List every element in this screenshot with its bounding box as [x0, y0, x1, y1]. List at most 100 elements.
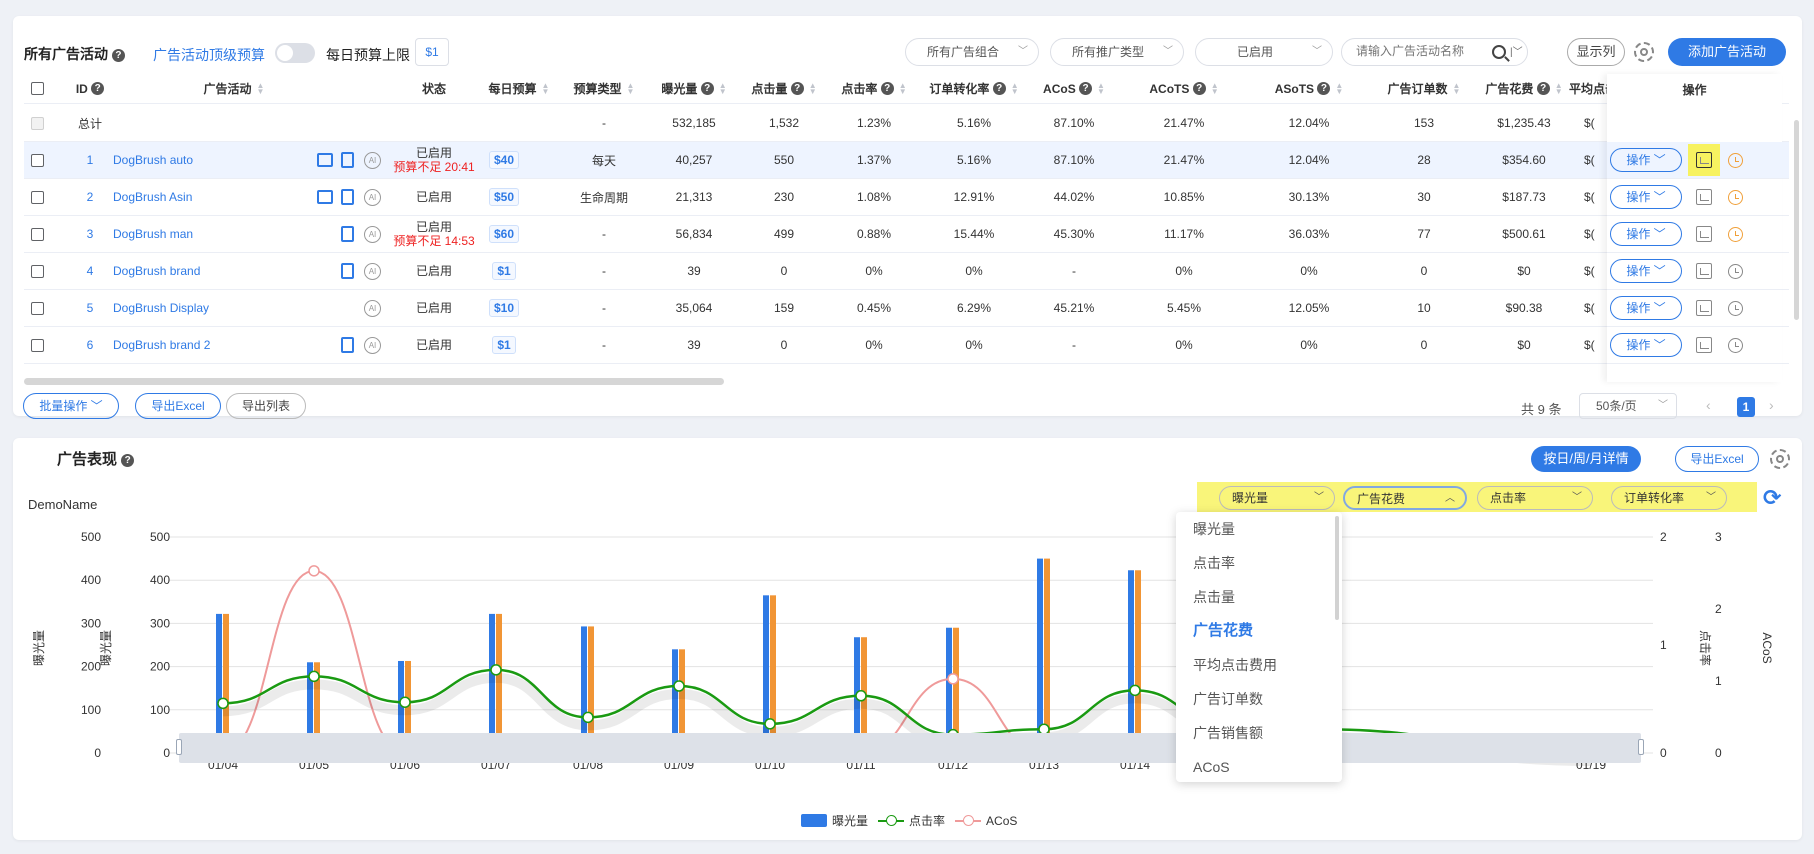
dropdown-option[interactable]: 广告订单数	[1176, 682, 1342, 716]
clock-icon[interactable]	[1728, 226, 1743, 242]
header-impressions[interactable]: 曝光量 ? ▲ ▼	[649, 74, 739, 103]
row-id[interactable]: 1	[70, 142, 110, 178]
add-campaign-button[interactable]: 添加广告活动	[1668, 38, 1786, 66]
campaign-link[interactable]: DogBrush auto	[113, 142, 263, 178]
campaign-link[interactable]: DogBrush man	[113, 216, 263, 252]
clock-icon[interactable]	[1728, 189, 1743, 205]
help-icon[interactable]: ?	[790, 82, 804, 95]
help-icon[interactable]: ?	[1192, 82, 1206, 95]
document-icon[interactable]	[341, 226, 354, 242]
document-icon[interactable]	[341, 152, 354, 168]
ops-button[interactable]: 操作 ﹀	[1610, 259, 1682, 283]
row-id[interactable]: 5	[70, 290, 110, 326]
page-1-button[interactable]: 1	[1737, 397, 1755, 417]
help-icon[interactable]: ?	[1317, 82, 1331, 95]
campaign-link[interactable]: DogBrush brand 2	[113, 327, 263, 363]
ops-button[interactable]: 操作 ﹀	[1610, 185, 1682, 209]
chart-icon[interactable]	[1696, 152, 1712, 168]
sort-icon[interactable]: ▲ ▼	[627, 81, 635, 95]
dropdown-option[interactable]: 点击量	[1176, 580, 1342, 614]
chart-icon[interactable]	[1696, 300, 1712, 316]
header-asots[interactable]: ASoTS ? ▲ ▼	[1244, 74, 1374, 103]
header-clicks[interactable]: 点击量 ? ▲ ▼	[739, 74, 829, 103]
dropdown-option[interactable]: 广告花费	[1176, 614, 1342, 648]
row-id[interactable]: 3	[70, 216, 110, 252]
dropdown-scrollbar[interactable]	[1335, 516, 1339, 620]
ai-icon[interactable]: AI	[364, 225, 381, 243]
daily-budget-tag[interactable]: $60	[488, 225, 520, 243]
ai-icon[interactable]: AI	[364, 151, 381, 169]
ai-icon[interactable]: AI	[364, 188, 381, 206]
daily-budget-tag[interactable]: $40	[488, 151, 520, 169]
help-icon[interactable]: ?	[91, 82, 105, 95]
export-list-button[interactable]: 导出列表	[226, 393, 306, 419]
filter-type-select[interactable]: 所有推广类型 ﹀	[1050, 38, 1184, 66]
sort-icon[interactable]: ▲ ▼	[1335, 81, 1343, 95]
row-checkbox[interactable]	[30, 338, 44, 352]
show-columns-button[interactable]: 显示列	[1567, 38, 1625, 66]
header-budget-type[interactable]: 预算类型 ▲ ▼	[564, 74, 644, 103]
page-size-select[interactable]: 50条/页 ﹀	[1579, 393, 1677, 419]
dropdown-option[interactable]: 平均点击费用	[1176, 648, 1342, 682]
row-id[interactable]: 6	[70, 327, 110, 363]
export-excel-button[interactable]: 导出Excel	[135, 393, 221, 419]
clock-icon[interactable]	[1728, 263, 1743, 279]
gear-icon[interactable]	[1634, 42, 1654, 62]
table-row[interactable]: 5 DogBrush Display AI 已启用 $10 - 35,064 159 0.45%…	[24, 290, 1789, 327]
help-icon[interactable]: ?	[111, 48, 125, 62]
chart-icon[interactable]	[1696, 263, 1712, 279]
filter-portfolio-select[interactable]: 所有广告组合 ﹀	[905, 38, 1039, 66]
dropdown-option[interactable]: ACoS	[1176, 750, 1342, 782]
ops-button[interactable]: 操作 ﹀	[1610, 333, 1682, 357]
campaign-link[interactable]: DogBrush Asin	[113, 179, 263, 215]
ai-icon[interactable]: AI	[364, 336, 381, 354]
ops-button[interactable]: 操作 ﹀	[1610, 148, 1682, 172]
select-all-checkbox[interactable]	[30, 82, 44, 95]
slider-right-handle[interactable]	[1638, 739, 1644, 755]
header-ctr[interactable]: 点击率 ? ▲ ▼	[829, 74, 919, 103]
header-campaign[interactable]: 广告活动 ▲ ▼	[184, 74, 284, 103]
row-checkbox[interactable]	[30, 301, 44, 315]
row-checkbox[interactable]	[30, 190, 44, 204]
sort-icon[interactable]: ▲ ▼	[809, 81, 817, 95]
dropdown-option[interactable]: 曝光量	[1176, 512, 1342, 546]
slider-left-handle[interactable]	[176, 739, 182, 755]
header-spend[interactable]: 广告花费 ? ▲ ▼	[1469, 74, 1579, 103]
help-icon[interactable]: ?	[1079, 82, 1093, 95]
filter-status-select[interactable]: 已启用 ﹀	[1195, 38, 1333, 66]
ai-icon[interactable]: AI	[364, 299, 381, 317]
comment-icon[interactable]	[317, 153, 333, 167]
daily-budget-tag[interactable]: $50	[488, 188, 520, 206]
search-box[interactable]: |﹀	[1341, 38, 1528, 66]
campaign-link[interactable]: DogBrush brand	[113, 253, 263, 289]
table-vertical-scrollbar[interactable]	[1794, 120, 1799, 320]
row-id[interactable]: 2	[70, 179, 110, 215]
row-checkbox[interactable]	[30, 227, 44, 241]
next-page-icon[interactable]: ›	[1769, 397, 1774, 413]
header-orders[interactable]: 广告订单数 ▲ ▼	[1364, 74, 1484, 103]
top-budget-switch[interactable]	[275, 43, 315, 63]
table-row[interactable]: 2 DogBrush Asin AI 已启用 $50 生命周期 21,313 230 1.08%…	[24, 179, 1789, 216]
document-icon[interactable]	[341, 189, 354, 205]
table-row[interactable]: 1 DogBrush auto AI 已启用 预算不足 20:41 $40 每天 40,257…	[24, 142, 1789, 179]
sort-icon[interactable]: ▲ ▼	[542, 81, 550, 95]
sort-icon[interactable]: ▲ ▼	[899, 81, 907, 95]
header-daily-budget[interactable]: 每日预算 ▲ ▼	[474, 74, 564, 103]
top-budget-label[interactable]: 广告活动顶级预算	[153, 45, 265, 65]
help-icon[interactable]: ?	[880, 82, 894, 95]
row-checkbox[interactable]	[30, 153, 44, 167]
document-icon[interactable]	[341, 337, 354, 353]
daily-budget-tag[interactable]: $1	[492, 262, 516, 280]
row-checkbox[interactable]	[30, 264, 44, 278]
ops-button[interactable]: 操作 ﹀	[1610, 296, 1682, 320]
help-icon[interactable]: ?	[992, 82, 1006, 95]
chart-icon[interactable]	[1696, 189, 1712, 205]
help-icon[interactable]: ?	[700, 82, 714, 95]
table-row[interactable]: 6 DogBrush brand 2 AI 已启用 $1 - 39 0 0% 0% - 0% 0% 0 $0…	[24, 327, 1789, 364]
sort-icon[interactable]: ▲ ▼	[719, 81, 727, 95]
header-acots[interactable]: ACoTS ? ▲ ▼	[1124, 74, 1244, 103]
date-range-slider[interactable]	[176, 733, 1644, 763]
ops-button[interactable]: 操作 ﹀	[1610, 222, 1682, 246]
header-acos[interactable]: ACoS ? ▲ ▼	[1029, 74, 1119, 103]
clock-icon[interactable]	[1728, 337, 1743, 353]
